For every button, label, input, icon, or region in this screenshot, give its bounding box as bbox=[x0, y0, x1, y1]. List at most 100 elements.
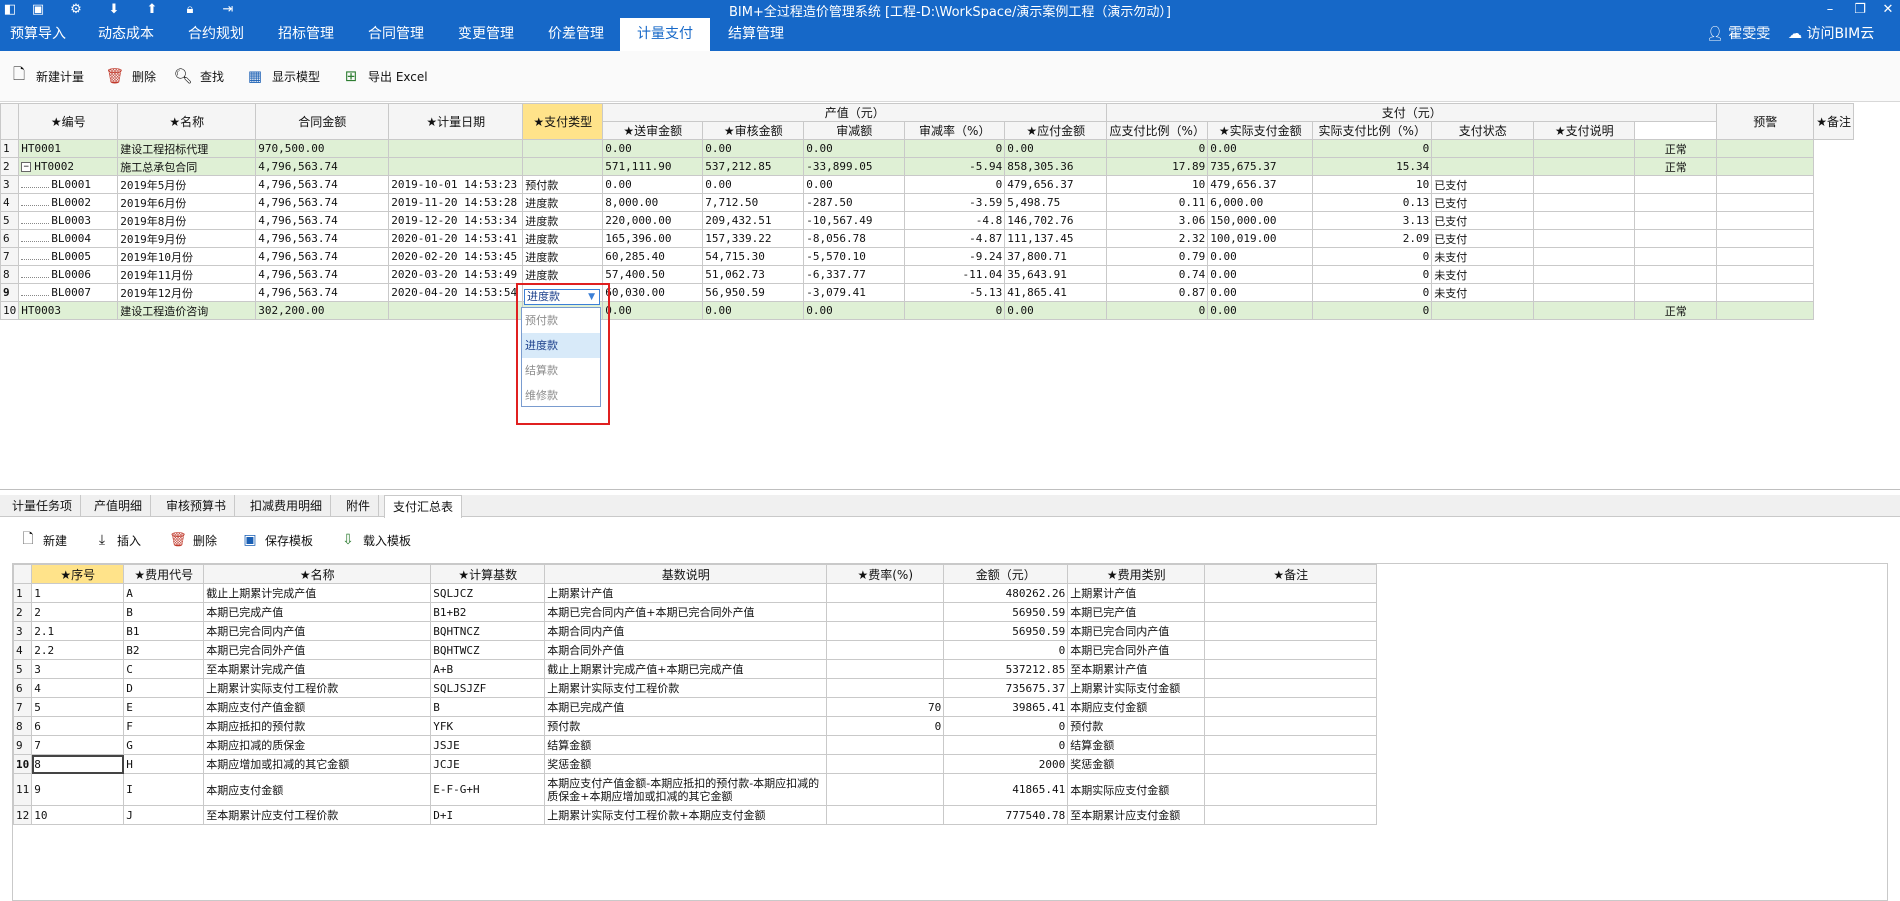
col-measure-date-header[interactable]: ★计量日期 bbox=[388, 103, 524, 140]
cell-audit[interactable]: 0.00 bbox=[702, 301, 805, 320]
cell-remark[interactable] bbox=[1204, 602, 1378, 622]
cell-rate[interactable]: -11.04 bbox=[904, 265, 1006, 284]
cell-rate[interactable]: -4.87 bbox=[904, 229, 1006, 248]
cell-status[interactable]: 已支付 bbox=[1431, 175, 1535, 194]
cell-warn[interactable] bbox=[1634, 175, 1718, 194]
row-number[interactable]: 2 bbox=[12, 602, 33, 622]
cell-actratio[interactable]: 0.13 bbox=[1312, 193, 1433, 212]
cell-category[interactable]: 上期累计实际支付金额 bbox=[1067, 678, 1206, 698]
cell-warn[interactable]: 正常 bbox=[1634, 301, 1718, 320]
cell-date[interactable]: 2019-11-20 14:53:28 bbox=[388, 193, 524, 212]
cell-payable[interactable]: 5,498.75 bbox=[1004, 193, 1108, 212]
tab-audit-budget[interactable]: 审核预算书 bbox=[158, 495, 236, 517]
cell-reduce[interactable]: -10,567.49 bbox=[803, 211, 906, 230]
cell-warn[interactable] bbox=[1634, 211, 1718, 230]
payment-type-select[interactable]: 进度款 ▼ bbox=[524, 289, 600, 305]
cell-code[interactable]: B bbox=[123, 602, 205, 622]
chevron-down-icon[interactable]: ▼ bbox=[588, 290, 595, 304]
cell-payable[interactable]: 41,865.41 bbox=[1004, 283, 1108, 302]
find-button[interactable]: 🔍︎ 查找 bbox=[172, 63, 224, 89]
cell-rate[interactable] bbox=[826, 640, 945, 660]
cell-status[interactable] bbox=[1431, 157, 1535, 176]
cell-desc[interactable]: 奖惩金额 bbox=[544, 754, 828, 774]
cell-remark[interactable] bbox=[1716, 229, 1815, 248]
option-maintenance-payment[interactable]: 维修款 bbox=[522, 383, 600, 408]
cell-date[interactable]: 2020-03-20 14:53:49 bbox=[388, 265, 524, 284]
cell-base[interactable]: JCJE bbox=[430, 754, 546, 774]
cell-submit[interactable]: 0.00 bbox=[602, 139, 704, 158]
col-actual-ratio-header[interactable]: 实际支付比例（%） bbox=[1312, 121, 1433, 140]
cell-reduce[interactable]: 0.00 bbox=[803, 175, 906, 194]
cell-amount[interactable]: 0 bbox=[943, 716, 1069, 736]
cell-rate[interactable]: 70 bbox=[826, 697, 945, 717]
cell-desc[interactable]: 本期合同内产值 bbox=[544, 621, 828, 641]
cell-actual[interactable]: 735,675.37 bbox=[1207, 157, 1314, 176]
cell-name[interactable]: 上期累计实际支付工程价款 bbox=[203, 678, 432, 698]
menu-contract-planning[interactable]: 合约规划 bbox=[178, 18, 254, 51]
cell-name[interactable]: 本期已完成产值 bbox=[203, 602, 432, 622]
col-fee-rate-header[interactable]: ★费率(%) bbox=[826, 564, 945, 584]
col-audited-header[interactable]: ★审核金额 bbox=[702, 121, 805, 140]
cell-payable[interactable]: 479,656.37 bbox=[1004, 175, 1108, 194]
cell-rate[interactable] bbox=[826, 735, 945, 755]
col-warning-header[interactable]: 预警 bbox=[1716, 103, 1815, 140]
cell-rate[interactable]: 0 bbox=[904, 301, 1006, 320]
cell-amount[interactable]: 777540.78 bbox=[943, 805, 1069, 825]
col-reduction-header[interactable]: 审减额 bbox=[803, 121, 906, 140]
cell-audit[interactable]: 54,715.30 bbox=[702, 247, 805, 266]
cell-actual[interactable]: 479,656.37 bbox=[1207, 175, 1314, 194]
cell-base[interactable]: SQLJSJZF bbox=[430, 678, 546, 698]
cell-code[interactable]: B1 bbox=[123, 621, 205, 641]
cell-warn[interactable]: 正常 bbox=[1634, 139, 1718, 158]
cell-submit[interactable]: 57,400.50 bbox=[602, 265, 704, 284]
cell-date[interactable]: 2020-02-20 14:53:45 bbox=[388, 247, 524, 266]
table-row[interactable]: 4 2.2 B2 本期已完合同外产值 BQHTWCZ 本期合同外产值 0 本期已完合同外产值 bbox=[12, 640, 1378, 660]
cell-name[interactable]: 2019年10月份 bbox=[117, 247, 257, 266]
menu-price-difference[interactable]: 价差管理 bbox=[538, 18, 614, 51]
cell-base[interactable]: SQLJCZ bbox=[430, 583, 546, 603]
cell-remark[interactable] bbox=[1204, 678, 1378, 698]
table-row[interactable]: 8 BL0006 2019年11月份 4,796,563.74 2020-03-20 1… bbox=[0, 265, 1854, 284]
cell-seq[interactable]: 2.1 bbox=[31, 621, 125, 641]
close-button[interactable]: ✕ bbox=[1876, 0, 1900, 18]
cell-rate[interactable] bbox=[826, 773, 945, 806]
summary-new-button[interactable]: 🗋 新建 bbox=[18, 528, 67, 552]
cell-payratio[interactable]: 0.11 bbox=[1106, 193, 1209, 212]
cell-rate[interactable]: -4.8 bbox=[904, 211, 1006, 230]
cell-audit[interactable]: 0.00 bbox=[702, 139, 805, 158]
menu-settlement-management[interactable]: 结算管理 bbox=[718, 18, 794, 51]
cell-remark[interactable] bbox=[1204, 716, 1378, 736]
cell-submit[interactable]: 220,000.00 bbox=[602, 211, 704, 230]
cell-payable[interactable]: 35,643.91 bbox=[1004, 265, 1108, 284]
tab-deduction-detail[interactable]: 扣减费用明细 bbox=[242, 495, 332, 517]
col-name-header[interactable]: ★名称 bbox=[117, 103, 257, 140]
cell-payratio[interactable]: 2.32 bbox=[1106, 229, 1209, 248]
cell-actratio[interactable]: 3.13 bbox=[1312, 211, 1433, 230]
cell-rate[interactable] bbox=[826, 678, 945, 698]
cell-code[interactable]: BL0002 bbox=[18, 193, 119, 212]
cell-submit[interactable]: 60,285.40 bbox=[602, 247, 704, 266]
cell-code[interactable]: HT0003 bbox=[18, 301, 119, 320]
cell-amount[interactable]: 4,796,563.74 bbox=[255, 211, 390, 230]
cell-note[interactable] bbox=[1533, 139, 1636, 158]
row-number[interactable]: 2 bbox=[0, 157, 20, 176]
col-base-desc-header[interactable]: 基数说明 bbox=[544, 564, 828, 584]
cell-note[interactable] bbox=[1533, 247, 1636, 266]
cell-rate[interactable]: -9.24 bbox=[904, 247, 1006, 266]
col-reduction-rate-header[interactable]: 审减率（%） bbox=[904, 121, 1006, 140]
export-excel-button[interactable]: ⊞ 导出 Excel bbox=[340, 63, 428, 89]
cell-date[interactable]: 2019-10-01 14:53:23 bbox=[388, 175, 524, 194]
cell-amount[interactable]: 0 bbox=[943, 640, 1069, 660]
cell-name[interactable]: 2019年5月份 bbox=[117, 175, 257, 194]
cell-desc[interactable]: 截止上期累计完成产值+本期已完成产值 bbox=[544, 659, 828, 679]
cell-payratio[interactable]: 0.87 bbox=[1106, 283, 1209, 302]
cell-type[interactable]: 进度款 bbox=[522, 211, 604, 230]
cell-code[interactable]: J bbox=[123, 805, 205, 825]
cell-reduce[interactable]: 0.00 bbox=[803, 139, 906, 158]
cell-code[interactable]: C bbox=[123, 659, 205, 679]
cell-name[interactable]: 本期已完合同内产值 bbox=[203, 621, 432, 641]
cell-base[interactable]: YFK bbox=[430, 716, 546, 736]
cell-audit[interactable]: 157,339.22 bbox=[702, 229, 805, 248]
cell-code[interactable]: BL0001 bbox=[18, 175, 119, 194]
cell-status[interactable]: 已支付 bbox=[1431, 193, 1535, 212]
